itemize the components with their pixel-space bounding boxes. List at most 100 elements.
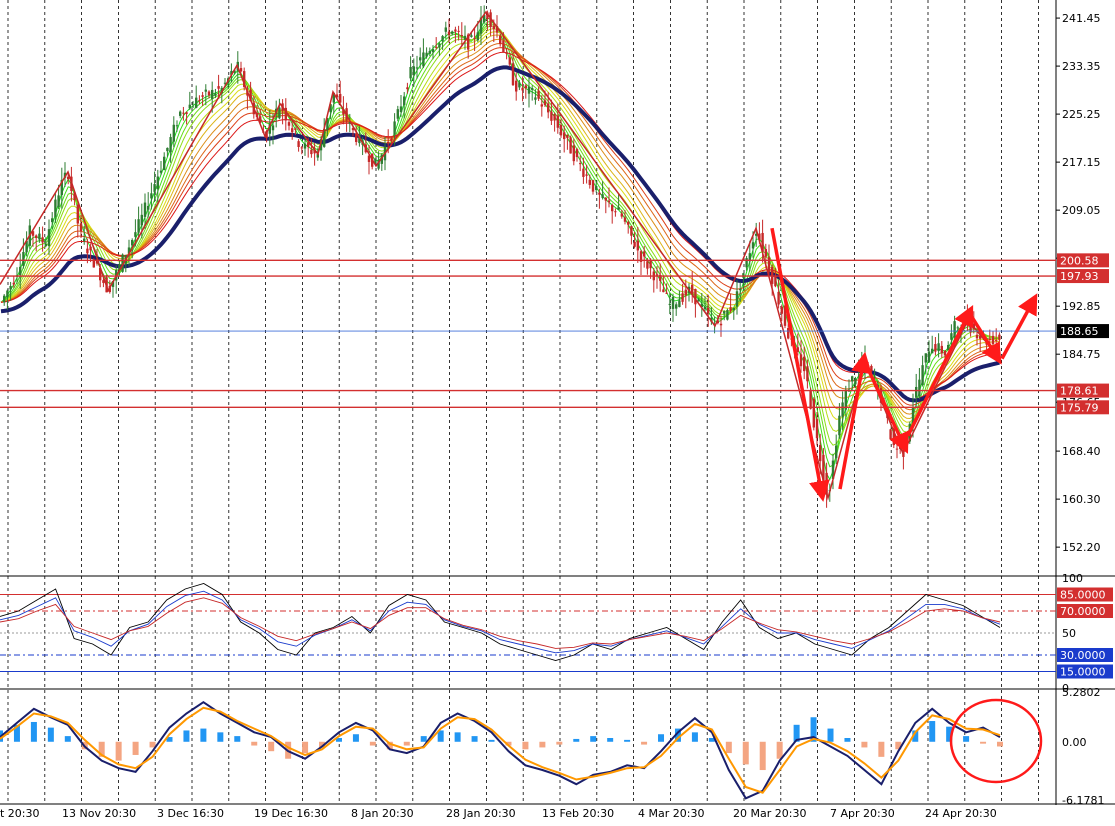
x-axis-label: 13 Feb 20:30 xyxy=(542,807,614,820)
candle-body xyxy=(425,52,428,57)
candle-body xyxy=(774,276,777,287)
candle-body xyxy=(732,307,735,311)
candle-body xyxy=(668,303,671,306)
macd-histogram-bar xyxy=(522,741,529,750)
candle-body xyxy=(921,365,924,385)
candle-body xyxy=(169,137,172,153)
x-axis-label: 28 Jan 20:30 xyxy=(446,807,516,820)
macd-tick-label: 0.00 xyxy=(1062,736,1087,749)
macd-histogram-bar xyxy=(963,736,970,742)
candle-body xyxy=(271,125,275,131)
candle-body xyxy=(195,97,198,108)
candle-body xyxy=(175,125,179,127)
candle-body xyxy=(931,348,934,354)
candle-body xyxy=(79,223,83,232)
candle-body xyxy=(457,30,460,32)
candle-body xyxy=(217,86,220,89)
candle-body xyxy=(838,415,841,436)
candle-body xyxy=(995,339,998,341)
x-axis-label: 4 Mar 20:30 xyxy=(638,807,704,820)
x-axis-label: 3 Dec 16:30 xyxy=(157,807,224,820)
candle-body xyxy=(505,52,508,54)
candle-body xyxy=(780,306,783,314)
price-level-label: 175.79 xyxy=(1060,401,1099,414)
macd-histogram-bar xyxy=(776,741,783,759)
macd-histogram-bar xyxy=(488,739,495,742)
candle-body xyxy=(460,35,463,37)
candle-body xyxy=(671,297,675,309)
candle-body xyxy=(559,124,563,136)
macd-histogram-bar xyxy=(929,721,936,742)
price-tick-label: 168.40 xyxy=(1062,445,1101,458)
candle-body xyxy=(57,195,60,208)
macd-histogram-bar xyxy=(607,737,614,742)
macd-histogram-bar xyxy=(624,739,631,742)
candle-body xyxy=(163,156,166,171)
candle-body xyxy=(339,93,342,103)
candle-body xyxy=(953,321,956,338)
candle-body xyxy=(543,100,547,106)
candle-body xyxy=(777,291,780,305)
candle-body xyxy=(140,214,143,226)
candle-body xyxy=(147,205,150,210)
trading-chart[interactable]: 241.45233.35225.25217.15209.05200.95192.… xyxy=(0,0,1115,822)
macd-histogram-bar xyxy=(47,727,54,742)
candle-body xyxy=(630,226,633,236)
macd-histogram-bar xyxy=(742,741,749,765)
candle-body xyxy=(473,37,476,39)
candle-body xyxy=(435,46,438,48)
candle-body xyxy=(614,211,617,213)
candle-body xyxy=(582,168,585,177)
candle-body xyxy=(438,43,441,48)
candle-body xyxy=(566,134,569,138)
macd-histogram-bar xyxy=(352,734,359,742)
candle-body xyxy=(470,35,473,37)
candle-body xyxy=(153,184,156,192)
candle-body xyxy=(835,445,838,459)
candle-body xyxy=(518,82,521,88)
candle-body xyxy=(508,57,511,65)
x-axis-label: 19 Dec 16:30 xyxy=(254,807,328,820)
candle-body xyxy=(611,204,614,212)
candle-body xyxy=(51,218,54,223)
price-tick-label: 233.35 xyxy=(1062,60,1101,73)
osc-level-label: 70.0000 xyxy=(1060,605,1106,618)
price-tick-label: 152.20 xyxy=(1062,541,1101,554)
candle-body xyxy=(991,335,995,345)
candle-body xyxy=(499,35,502,45)
candle-body xyxy=(515,80,518,92)
candle-body xyxy=(579,163,582,165)
candle-body xyxy=(678,300,681,308)
candle-body xyxy=(182,112,185,114)
macd-histogram-bar xyxy=(183,730,190,742)
candle-body xyxy=(556,115,559,128)
candle-body xyxy=(214,93,217,96)
candle-body xyxy=(537,90,540,99)
candle-body xyxy=(12,282,15,285)
candle-body xyxy=(531,88,534,90)
macd-histogram-bar xyxy=(369,741,376,746)
candle-body xyxy=(681,293,684,302)
candle-body xyxy=(409,66,412,79)
macd-tick-label: -6.1781 xyxy=(1062,794,1104,807)
candle-body xyxy=(806,366,809,382)
candle-body xyxy=(809,390,812,409)
candle-body xyxy=(934,344,937,352)
macd-histogram-bar xyxy=(471,736,478,742)
x-axis-label: 13 Nov 20:30 xyxy=(62,807,136,820)
candle-body xyxy=(44,243,47,246)
candle-body xyxy=(38,233,41,240)
candle-body xyxy=(188,104,191,109)
candle-body xyxy=(585,174,588,176)
chart-canvas[interactable]: 241.45233.35225.25217.15209.05200.95192.… xyxy=(0,0,1115,822)
candle-body xyxy=(675,304,678,309)
candle-body xyxy=(239,68,243,72)
candle-body xyxy=(799,354,803,367)
price-level-label: 178.61 xyxy=(1060,385,1099,398)
price-tick-label: 217.15 xyxy=(1062,156,1101,169)
price-level-label: 197.93 xyxy=(1060,270,1099,283)
candle-body xyxy=(745,258,748,268)
candle-body xyxy=(723,311,726,314)
candle-body xyxy=(553,114,556,121)
candle-body xyxy=(22,251,25,266)
